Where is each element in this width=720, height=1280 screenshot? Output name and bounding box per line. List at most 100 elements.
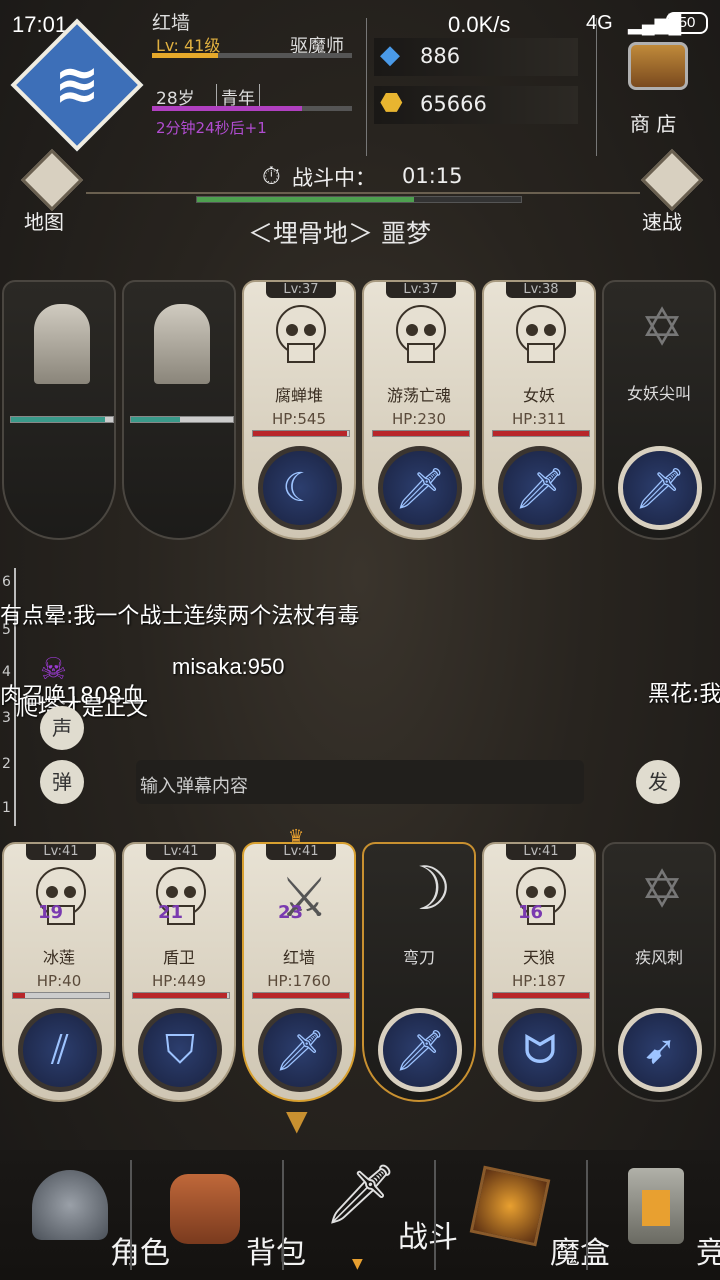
- tombstone-icon: [34, 304, 90, 384]
- card-name: 红墙: [282, 948, 315, 967]
- scale-label: 6: [2, 574, 11, 590]
- card-level: Lv:37: [386, 282, 456, 298]
- voice-button[interactable]: 声: [40, 706, 84, 750]
- stopwatch-icon: ⏱: [262, 162, 281, 190]
- card-hp: HP:311: [511, 410, 566, 428]
- gems-count: 886: [420, 44, 461, 68]
- gems-row: ◆ 886: [374, 38, 578, 76]
- card-level: Lv:41: [146, 844, 216, 860]
- sword-icon: ⚔: [280, 866, 329, 929]
- enemy-card-4[interactable]: Lv:37 游荡亡魂 HP:230 🗡: [362, 280, 476, 540]
- slash-icon[interactable]: ☾: [258, 446, 342, 530]
- map-icon: [20, 148, 84, 212]
- shield-icon[interactable]: ⛉: [138, 1008, 222, 1092]
- card-level: Lv:41: [26, 844, 96, 860]
- gold-count: 65666: [420, 92, 487, 116]
- hp-bar: [10, 416, 114, 423]
- danmu-message: 爬塔才是正文: [16, 696, 149, 721]
- enemy-card-1[interactable]: [2, 280, 116, 540]
- ally-card-2[interactable]: Lv:41 21 盾卫 HP:449 ⛉: [122, 842, 236, 1102]
- send-button[interactable]: 发: [636, 760, 680, 804]
- hp-bar: [12, 992, 110, 999]
- tombstone-icon: [154, 304, 210, 384]
- ally-card-5[interactable]: Lv:41 16 天狼 HP:187 ᗢ: [482, 842, 596, 1102]
- card-name: 疾风刺: [634, 948, 683, 967]
- divider: [282, 1160, 284, 1270]
- card-hp: HP:230: [391, 410, 446, 428]
- level-badge: 21: [158, 902, 184, 923]
- fang-icon[interactable]: ᗢ: [498, 1008, 582, 1092]
- hp-bar: [252, 992, 350, 999]
- card-level: Lv:37: [266, 282, 336, 298]
- shop-button[interactable]: 商 店: [618, 36, 702, 140]
- danmu-message: misaka:950: [172, 654, 285, 679]
- nav-magic-box[interactable]: 魔盒: [440, 1160, 610, 1280]
- hexagram-icon: ✡: [640, 298, 684, 358]
- nav-character[interactable]: 角色: [0, 1160, 170, 1280]
- sword-icon[interactable]: 🗡: [258, 1008, 342, 1092]
- battle-status: 战斗中：: [292, 166, 376, 190]
- card-level: Lv:41: [506, 844, 576, 860]
- card-name: 盾卫: [162, 948, 195, 967]
- class-emblem[interactable]: ≋: [10, 18, 144, 152]
- nav-label: 竞技: [696, 1236, 720, 1271]
- gold-row: ⬣ 65666: [374, 86, 578, 124]
- danmu-input[interactable]: 输入弹幕内容: [136, 760, 584, 804]
- scale-label: 2: [2, 756, 11, 772]
- quick-icon: [640, 148, 704, 212]
- level-badge: 16: [518, 902, 544, 923]
- ally-card-4[interactable]: ☽ 弯刀 🗡: [362, 842, 476, 1102]
- card-level: Lv:38: [506, 282, 576, 298]
- quick-battle-button[interactable]: 速战: [630, 148, 720, 234]
- ally-card-6[interactable]: ✡ 疾风刺 ➹: [602, 842, 716, 1102]
- gem-icon: ◆: [380, 40, 400, 70]
- skull-icon: [274, 304, 328, 366]
- scale-label: 1: [2, 800, 11, 816]
- nav-arena[interactable]: 竞技: [586, 1160, 720, 1280]
- battery-icon: 50: [666, 12, 708, 34]
- ally-card-1[interactable]: Lv:41 19 冰莲 HP:40 ⫽: [2, 842, 116, 1102]
- shop-label: 商 店: [630, 112, 677, 136]
- divider: [596, 18, 597, 156]
- danmu-message: 黑花:我: [648, 682, 720, 707]
- net-speed: 0.0K/s: [448, 12, 511, 37]
- scale-label: 3: [2, 710, 11, 726]
- card-name: 女妖: [522, 386, 555, 405]
- nav-backpack[interactable]: 背包: [136, 1160, 306, 1280]
- enemy-card-5[interactable]: Lv:38 女妖 HP:311 🗡: [482, 280, 596, 540]
- popup-button[interactable]: 弹: [40, 760, 84, 804]
- divider: [434, 1160, 436, 1270]
- chevron-icon: ≋: [54, 52, 100, 115]
- card-hp: HP:449: [151, 972, 206, 990]
- divider: [86, 192, 640, 194]
- arrow-icon[interactable]: ➹: [618, 1008, 702, 1092]
- card-name: 游荡亡魂: [386, 386, 451, 405]
- enemy-card-6[interactable]: ✡ 女妖尖叫 🗡: [602, 280, 716, 540]
- hp-bar: [130, 416, 234, 423]
- card-hp: HP:40: [36, 972, 82, 990]
- age-bar: [152, 106, 352, 111]
- quick-label: 速战: [642, 210, 682, 234]
- sword-icon[interactable]: 🗡: [498, 446, 582, 530]
- skull-icon: [514, 304, 568, 366]
- ally-card-3[interactable]: Lv:41 ⚔ 23 红墙 HP:1760 🗡: [242, 842, 356, 1102]
- exp-bar: [152, 53, 352, 58]
- danmu-message: 有点晕:我一个战士连续两个法杖有毒: [0, 604, 360, 629]
- chest-icon: [628, 42, 688, 90]
- level-badge: 19: [38, 902, 64, 923]
- coin-icon: ⬣: [380, 88, 403, 118]
- divider: [130, 1160, 132, 1270]
- enemy-card-2[interactable]: [122, 280, 236, 540]
- claw-icon[interactable]: ⫽: [18, 1008, 102, 1092]
- scimitar-icon: ☽: [398, 854, 452, 924]
- level-badge: 23: [278, 902, 304, 923]
- input-placeholder: 输入弹幕内容: [140, 776, 248, 797]
- nav-battle[interactable]: 🗡 战斗 ▼: [288, 1160, 458, 1280]
- sword-icon[interactable]: 🗡: [378, 1008, 462, 1092]
- enemy-card-3[interactable]: Lv:37 腐蝉堆 HP:545 ☾: [242, 280, 356, 540]
- sword-icon[interactable]: 🗡: [378, 446, 462, 530]
- hp-bar: [492, 430, 590, 437]
- card-name: 弯刀: [402, 948, 435, 967]
- battle-progress: [196, 196, 522, 203]
- sword-icon[interactable]: 🗡: [618, 446, 702, 530]
